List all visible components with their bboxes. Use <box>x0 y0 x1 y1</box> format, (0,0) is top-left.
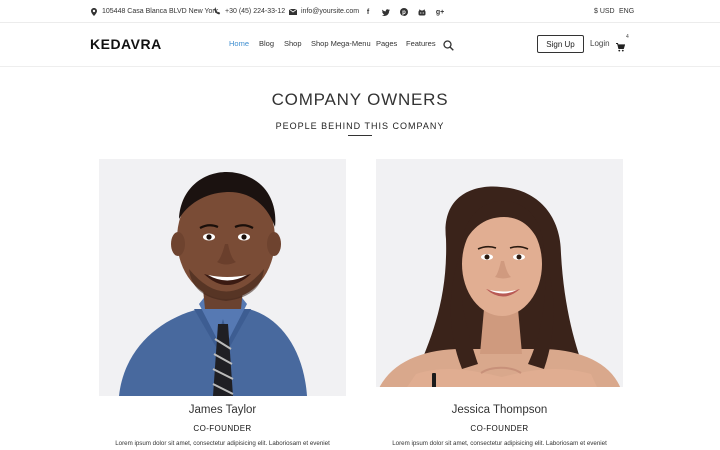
cart-count-badge: 4 <box>626 34 629 40</box>
address-info: 105448 Casa Blanca BLVD New York <box>90 0 218 23</box>
svg-text:p: p <box>402 10 406 16</box>
team-member-name: Jessica Thompson <box>451 404 548 416</box>
team-member-photo <box>99 159 346 396</box>
map-marker-icon <box>90 7 98 16</box>
search-icon[interactable] <box>443 38 454 51</box>
team-member-role: CO-FOUNDER <box>193 424 252 433</box>
email-info[interactable]: info@yoursite.com <box>289 0 359 23</box>
twitter-icon[interactable] <box>381 7 391 17</box>
signup-button[interactable]: Sign Up <box>537 35 584 53</box>
team-member-bio: Lorem ipsum dolor sit amet, consectetur … <box>392 440 607 447</box>
phone-info: +30 (45) 224-33-12 <box>213 0 285 23</box>
login-link[interactable]: Login <box>590 39 610 48</box>
site-logo[interactable]: KEDAVRA <box>90 36 162 52</box>
nav-item-pages[interactable]: Pages <box>376 39 397 48</box>
facebook-icon[interactable]: f <box>363 7 373 17</box>
currency-select[interactable]: $ USD <box>594 0 615 23</box>
currency-label[interactable]: $ USD <box>594 8 615 15</box>
nav-item-features[interactable]: Features <box>406 39 436 48</box>
email-link[interactable]: info@yoursite.com <box>301 8 359 15</box>
team-member-bio: Lorem ipsum dolor sit amet, consectetur … <box>115 440 330 447</box>
team-member-photo <box>376 159 623 396</box>
google-plus-icon[interactable]: g+ <box>435 7 445 17</box>
main-header: KEDAVRA Home Blog Shop Shop Mega-Menu Pa… <box>0 23 720 67</box>
woman-portrait-illustration <box>376 159 623 396</box>
top-bar: 105448 Casa Blanca BLVD New York +30 (45… <box>0 0 720 23</box>
nav-item-home[interactable]: Home <box>229 39 249 48</box>
section-subtitle: PEOPLE BEHIND THIS COMPANY <box>275 121 445 131</box>
phone-text: +30 (45) 224-33-12 <box>225 8 286 15</box>
language-select[interactable]: ENG <box>619 0 634 23</box>
nav-item-shop[interactable]: Shop <box>284 39 302 48</box>
cart-icon[interactable] <box>616 39 626 52</box>
phone-icon <box>213 8 221 16</box>
man-portrait-illustration <box>99 159 346 396</box>
section-title: COMPANY OWNERS <box>271 90 449 109</box>
github-icon[interactable] <box>417 7 427 17</box>
section-divider <box>348 135 372 136</box>
envelope-icon <box>289 8 297 16</box>
team-member-name: James Taylor <box>188 404 257 416</box>
language-label[interactable]: ENG <box>619 8 634 15</box>
nav-item-blog[interactable]: Blog <box>259 39 274 48</box>
nav-item-shop-mega-menu[interactable]: Shop Mega-Menu <box>311 39 371 48</box>
pinterest-icon[interactable]: p <box>399 7 409 17</box>
address-text: 105448 Casa Blanca BLVD New York <box>102 8 219 15</box>
team-member-role: CO-FOUNDER <box>470 424 529 433</box>
